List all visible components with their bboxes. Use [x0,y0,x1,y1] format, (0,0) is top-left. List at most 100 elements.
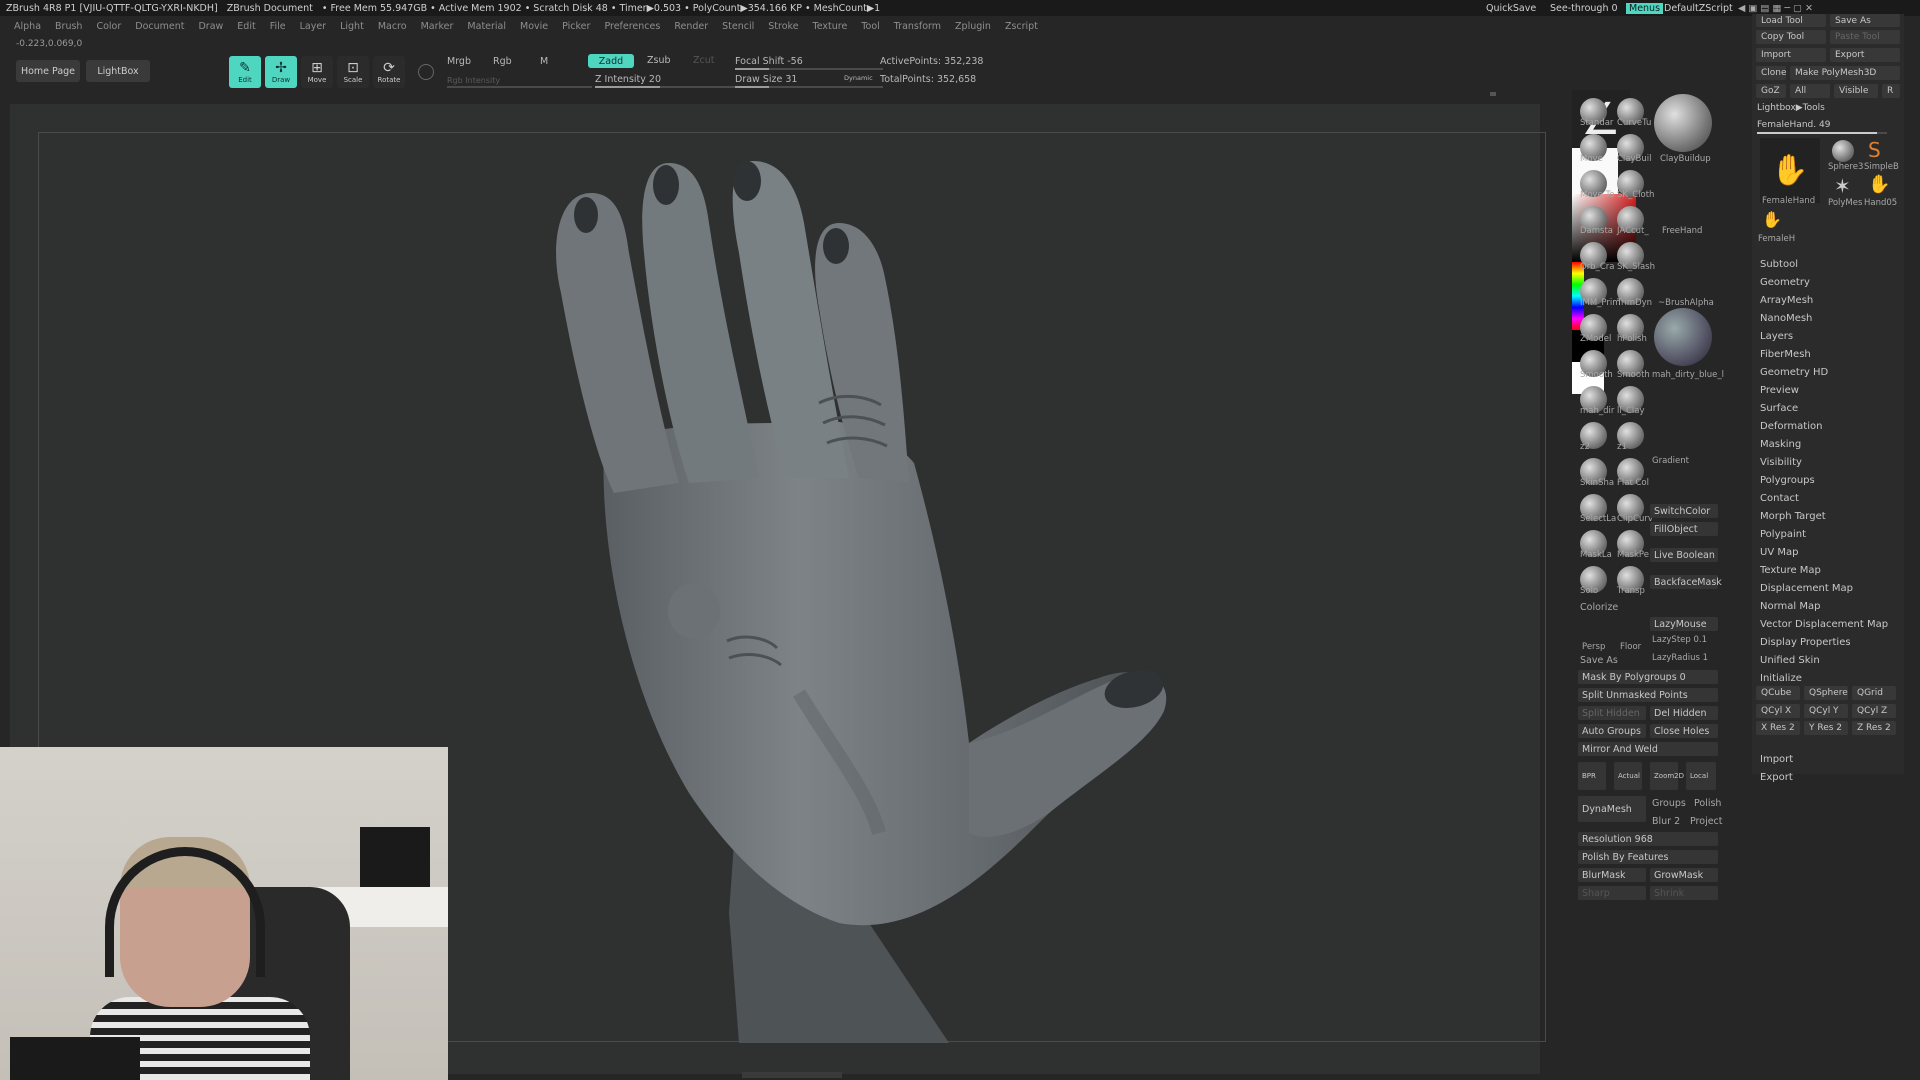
tool-menu-fibermesh[interactable]: FiberMesh [1760,349,1811,360]
mask-by-polygroups-slider[interactable]: Mask By Polygroups 0 [1578,670,1718,684]
lazystep-slider[interactable]: LazyStep 0.1 [1652,635,1707,645]
save-as-button[interactable]: Save As [1830,14,1900,27]
toolbar-scroll-handle[interactable] [1490,92,1496,96]
bottom-shelf-handle[interactable] [742,1072,842,1078]
sharpen-mask-button[interactable]: Sharp [1578,886,1646,900]
qcube-button[interactable]: QCube [1756,686,1800,700]
rgb-intensity-slider[interactable]: Rgb Intensity [447,76,500,85]
menu-material[interactable]: Material [467,21,506,32]
tool-menu-uv-map[interactable]: UV Map [1760,547,1798,558]
tool-menu-geometry[interactable]: Geometry [1760,277,1810,288]
import-button[interactable]: Import [1756,48,1826,62]
focal-shift-track[interactable] [735,68,883,70]
tool-menu-masking[interactable]: Masking [1760,439,1801,450]
menu-tool[interactable]: Tool [861,21,879,32]
tool-menu-subtool[interactable]: Subtool [1760,259,1798,270]
del-hidden-button[interactable]: Del Hidden [1650,706,1718,720]
lazymouse-button[interactable]: LazyMouse [1650,617,1718,631]
see-through-slider[interactable]: See-through 0 [1550,3,1618,14]
export-button[interactable]: Export [1830,48,1900,62]
local-button[interactable]: Local [1686,762,1716,790]
z-res-slider[interactable]: Z Res 2 [1852,721,1896,735]
simplebrush-thumb-icon[interactable]: S [1868,138,1881,162]
shrink-mask-button[interactable]: Shrink [1650,886,1718,900]
persp-button[interactable]: Persp [1582,642,1605,652]
focal-shift-slider[interactable]: Focal Shift -56 [735,56,803,67]
z-intensity-slider[interactable]: Z Intensity 20 [595,74,661,85]
resolution-slider[interactable]: Resolution 968 [1578,832,1718,846]
polish-toggle[interactable]: Polish [1694,798,1721,809]
sphere-icon[interactable] [418,64,434,80]
move-mode-button[interactable]: ⊞ Move [301,56,333,88]
groups-toggle[interactable]: Groups [1652,798,1686,809]
grow-mask-button[interactable]: GrowMask [1650,868,1718,882]
y-res-slider[interactable]: Y Res 2 [1804,721,1848,735]
menu-color[interactable]: Color [96,21,121,32]
goz-visible-button[interactable]: Visible [1834,84,1878,98]
tool-menu-nanomesh[interactable]: NanoMesh [1760,313,1812,324]
tool-menu-geometry-hd[interactable]: Geometry HD [1760,367,1828,378]
window-controls-icon[interactable]: ◀ ▣ ▤ ▦ ─ ▢ ✕ [1738,3,1813,14]
qcyl-y-button[interactable]: QCyl Y [1804,704,1848,718]
initialize-import-button[interactable]: Import [1760,754,1793,765]
clone-button[interactable]: Clone [1756,66,1787,80]
backface-mask-button[interactable]: BackfaceMask [1650,575,1722,589]
load-tool-button[interactable]: Load Tool [1756,14,1826,27]
mirror-and-weld-button[interactable]: Mirror And Weld [1578,742,1718,756]
tool-menu-morph-target[interactable]: Morph Target [1760,511,1826,522]
tool-menu-deformation[interactable]: Deformation [1760,421,1822,432]
lightbox-tools-button[interactable]: Lightbox▶Tools [1757,103,1825,113]
current-tool-slider[interactable]: FemaleHand. 49 [1757,120,1830,130]
tool-menu-texture-map[interactable]: Texture Map [1760,565,1821,576]
m-button[interactable]: M [540,56,548,67]
polymesh-thumb-icon[interactable]: ✶ [1834,174,1851,198]
menu-brush[interactable]: Brush [55,21,82,32]
menus-toggle[interactable]: Menus [1626,2,1664,14]
tool-menu-vector-displacement-map[interactable]: Vector Displacement Map [1760,619,1888,630]
switch-color-button[interactable]: SwitchColor [1650,504,1718,518]
tool-menu-display-properties[interactable]: Display Properties [1760,637,1851,648]
qgrid-button[interactable]: QGrid [1852,686,1896,700]
menu-light[interactable]: Light [340,21,364,32]
claybuildup-brush-icon[interactable] [1654,94,1712,152]
menu-document[interactable]: Document [135,21,184,32]
split-hidden-button[interactable]: Split Hidden [1578,706,1646,720]
paste-tool-button[interactable]: Paste Tool [1830,30,1900,44]
tool-menu-visibility[interactable]: Visibility [1760,457,1802,468]
blur-slider[interactable]: Blur 2 [1652,816,1680,827]
menu-zscript[interactable]: Zscript [1005,21,1038,32]
goz-all-button[interactable]: All [1790,84,1830,98]
tool-menu-arraymesh[interactable]: ArrayMesh [1760,295,1813,306]
menu-layer[interactable]: Layer [300,21,327,32]
dynamesh-button[interactable]: DynaMesh [1578,796,1646,822]
goz-r-button[interactable]: R [1882,84,1900,98]
rotate-mode-button[interactable]: ⟳ Rotate [373,56,405,88]
fill-object-button[interactable]: FillObject [1650,522,1718,536]
edit-mode-button[interactable]: ✎ Edit [229,56,261,88]
initialize-export-button[interactable]: Export [1760,772,1793,783]
tool-menu-displacement-map[interactable]: Displacement Map [1760,583,1853,594]
zadd-button[interactable]: Zadd [588,54,634,68]
draw-size-track[interactable] [735,86,883,88]
tool-menu-layers[interactable]: Layers [1760,331,1793,342]
menu-draw[interactable]: Draw [198,21,223,32]
copy-tool-button[interactable]: Copy Tool [1756,30,1826,44]
project-toggle[interactable]: Project [1690,816,1723,827]
scale-mode-button[interactable]: ⊡ Scale [337,56,369,88]
tool-menu-contact[interactable]: Contact [1760,493,1799,504]
tool-menu-surface[interactable]: Surface [1760,403,1798,414]
zcut-button[interactable]: Zcut [693,55,714,66]
actual-button[interactable]: Actual [1614,762,1642,790]
qcyl-x-button[interactable]: QCyl X [1756,704,1800,718]
live-boolean-button[interactable]: Live Boolean [1650,548,1718,562]
x-res-slider[interactable]: X Res 2 [1756,721,1800,735]
tool-menu-polygroups[interactable]: Polygroups [1760,475,1815,486]
menu-stencil[interactable]: Stencil [722,21,754,32]
close-holes-button[interactable]: Close Holes [1650,724,1718,738]
save-as-button[interactable]: Save As [1580,655,1618,666]
polish-by-features-button[interactable]: Polish By Features [1578,850,1718,864]
zoom2d-button[interactable]: Zoom2D [1650,762,1684,790]
rgb-intensity-track[interactable] [447,86,592,88]
quicksave-button[interactable]: QuickSave [1486,3,1536,14]
menu-transform[interactable]: Transform [894,21,941,32]
